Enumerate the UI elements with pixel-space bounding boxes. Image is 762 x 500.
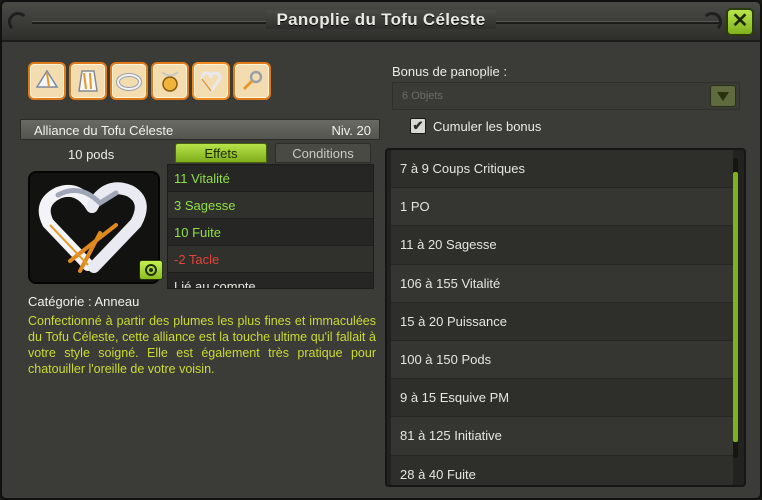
- tab-conditions[interactable]: Conditions: [275, 143, 371, 163]
- dropdown-value: 6 Objets: [402, 90, 443, 102]
- chevron-down-icon: [717, 92, 729, 101]
- cumulate-bonus-label: Cumuler les bonus: [433, 119, 542, 134]
- ring-icon: [200, 71, 222, 94]
- close-button[interactable]: ✕: [726, 8, 754, 36]
- set-item-amulet[interactable]: [151, 62, 189, 100]
- set-item-belt[interactable]: [110, 62, 148, 100]
- item-pods: 10 pods: [68, 147, 115, 162]
- item-category: Catégorie : Anneau: [28, 294, 140, 309]
- scrollbar-thumb[interactable]: [733, 172, 738, 442]
- set-window: Panoplie du Tofu Céleste ✕ Alliance du T…: [0, 0, 762, 500]
- hat-icon: [35, 69, 59, 88]
- cape-icon: [78, 70, 98, 92]
- item-panel: Alliance du Tofu Céleste Niv. 20 10 pods…: [20, 54, 382, 490]
- bonus-row: 28 à 40 Fuite: [391, 455, 733, 485]
- effect-row: 10 Fuite: [168, 219, 373, 246]
- effect-row: 11 Vitalité: [168, 165, 373, 192]
- bonus-row: 106 à 155 Vitalité: [391, 264, 733, 303]
- item-description: Confectionné à partir des plumes les plu…: [28, 314, 376, 376]
- item-name: Alliance du Tofu Céleste: [34, 123, 174, 138]
- item-tabs: Effets Conditions: [175, 143, 375, 163]
- item-count-dropdown[interactable]: 6 Objets: [392, 82, 740, 110]
- bonus-row: 15 à 20 Puissance: [391, 302, 733, 341]
- bonus-list-panel[interactable]: 7 à 9 Coups Critiques 1 PO 11 à 20 Sages…: [385, 148, 746, 487]
- bonus-row: 7 à 9 Coups Critiques: [391, 150, 733, 189]
- effect-row: -2 Tacle: [168, 246, 373, 273]
- effect-row: 3 Sagesse: [168, 192, 373, 219]
- item-header: Alliance du Tofu Céleste Niv. 20: [20, 119, 380, 140]
- set-item-hat[interactable]: [28, 62, 66, 100]
- window-title: Panoplie du Tofu Céleste: [2, 10, 760, 30]
- bonus-row: 81 à 125 Initiative: [391, 417, 733, 456]
- set-item-ring[interactable]: [192, 62, 230, 100]
- amulet-icon: [161, 71, 179, 92]
- bonus-row: 9 à 15 Esquive PM: [391, 379, 733, 418]
- bonus-row: 100 à 150 Pods: [391, 340, 733, 380]
- effects-list[interactable]: 11 Vitalité 3 Sagesse 10 Fuite -2 Tacle …: [167, 164, 374, 289]
- title-bar[interactable]: Panoplie du Tofu Céleste ✕: [2, 2, 760, 42]
- item-type-badge[interactable]: [139, 260, 163, 280]
- belt-icon: [116, 73, 142, 91]
- set-bonus-label: Bonus de panoplie :: [392, 64, 507, 79]
- item-image: [28, 171, 163, 284]
- cumulate-bonus-checkbox[interactable]: ✔: [410, 118, 426, 134]
- bonus-list: 7 à 9 Coups Critiques 1 PO 11 à 20 Sages…: [391, 150, 733, 485]
- ring-badge-icon: [145, 264, 157, 276]
- set-item-cape[interactable]: [69, 62, 107, 100]
- bonus-row: 1 PO: [391, 188, 733, 227]
- effect-row: Lié au compte: [168, 273, 373, 288]
- tab-effects[interactable]: Effets: [175, 143, 267, 163]
- bonus-scrollbar[interactable]: [733, 158, 738, 458]
- boots-icon: [242, 70, 263, 91]
- dropdown-toggle-button[interactable]: [710, 85, 736, 107]
- set-item-boots[interactable]: [233, 62, 271, 100]
- bonus-row: 11 à 20 Sagesse: [391, 226, 733, 265]
- item-level: Niv. 20: [331, 123, 372, 138]
- set-items-bar: [28, 62, 271, 100]
